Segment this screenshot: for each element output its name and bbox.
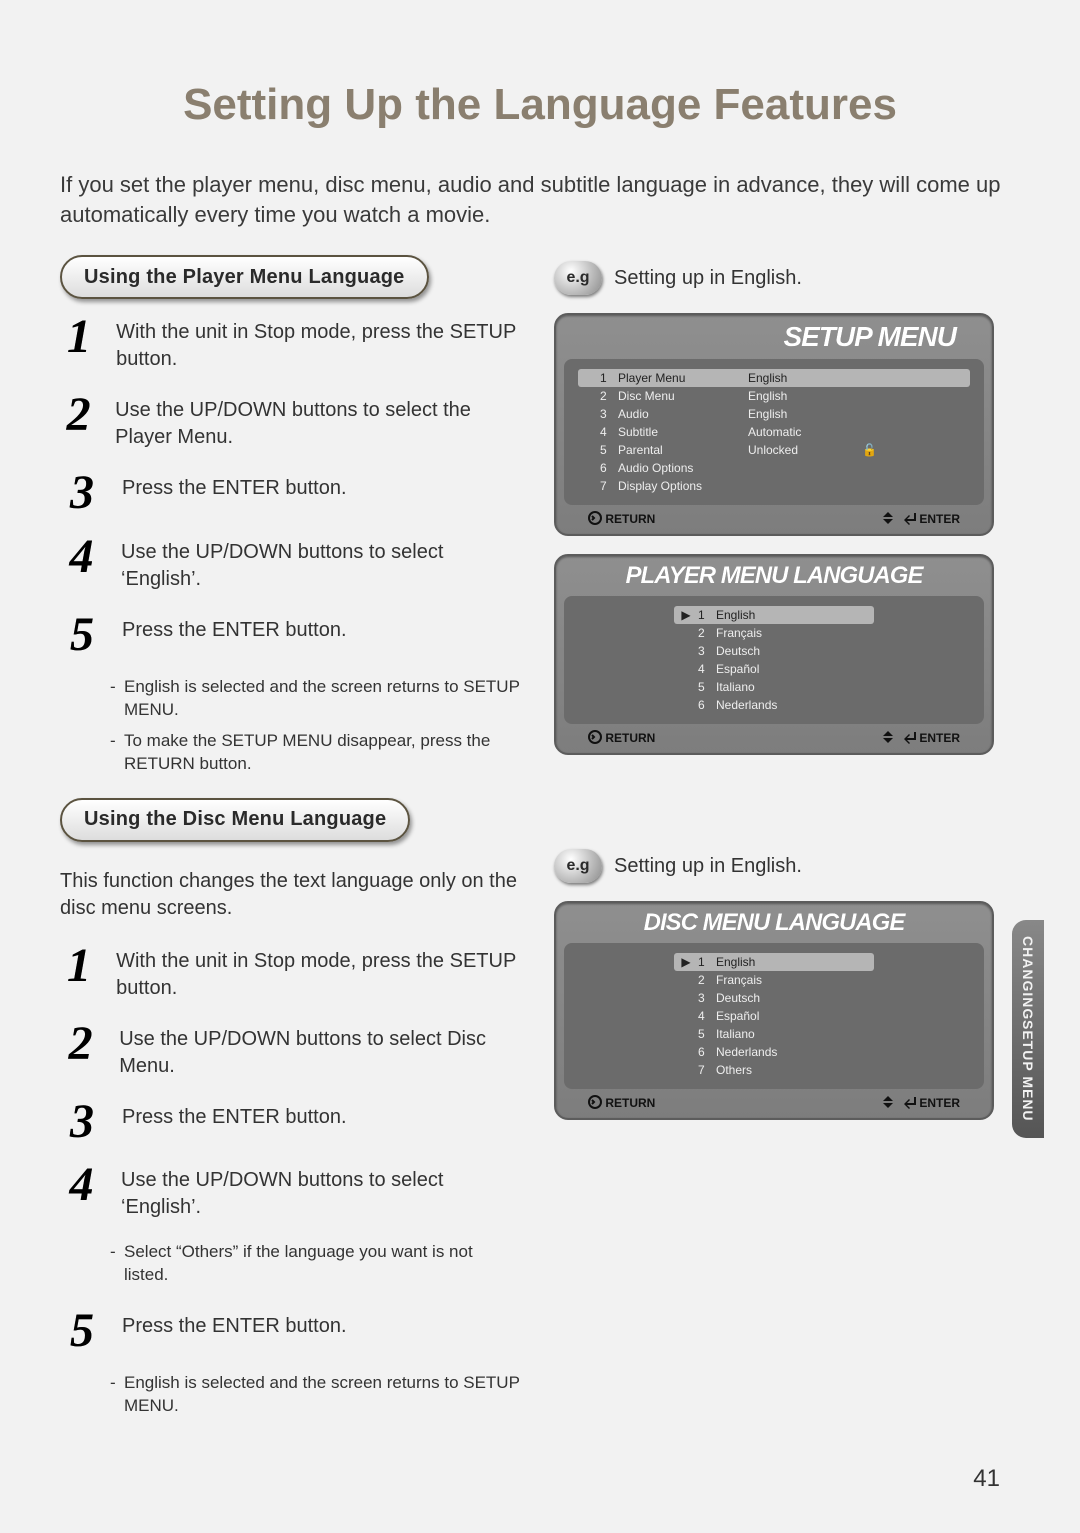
step-text: Use the UP/DOWN buttons to select ‘Engli… <box>121 1163 520 1221</box>
osd-item: 1Player MenuEnglish <box>578 369 970 387</box>
updown-icon <box>879 511 897 525</box>
osd-item: 4SubtitleAutomatic <box>578 423 970 441</box>
osd-header: PLAYER MENU LANGUAGE <box>564 562 984 596</box>
step-number: 3 <box>60 471 104 514</box>
section2-steps: 1 With the unit in Stop mode, press the S… <box>60 944 520 1221</box>
osd-header: DISC MENU LANGUAGE <box>564 909 984 943</box>
side-tab-line2: SETUP MENU <box>1020 1020 1036 1122</box>
lang-item: 4Español <box>674 660 874 678</box>
section2-steps-cont: 5 Press the ENTER button. <box>60 1309 520 1352</box>
step-text: Use the UP/DOWN buttons to select ‘Engli… <box>121 535 520 593</box>
eg-badge: e.g <box>554 849 602 883</box>
osd-foot-enter: ENTER <box>919 512 960 526</box>
osd-body: ▶1English 2Français 3Deutsch 4Español 5I… <box>564 943 984 1089</box>
section2-notes-end: English is selected and the screen retur… <box>110 1372 520 1418</box>
side-tab-line1: CHANGING <box>1020 936 1036 1020</box>
step-number: 1 <box>60 944 98 1002</box>
osd-item: 3AudioEnglish <box>578 405 970 423</box>
note-text: To make the SETUP MENU disappear, press … <box>110 730 520 776</box>
page-title: Setting Up the Language Features <box>60 80 1020 130</box>
osd-header: SETUP MENU <box>564 321 984 359</box>
enter-icon <box>900 511 916 525</box>
lang-item: 5Italiano <box>674 1025 874 1043</box>
intro-text: If you set the player menu, disc menu, a… <box>60 170 1020 229</box>
note-text: Select “Others” if the language you want… <box>110 1241 520 1287</box>
osd-item: 7Display Options <box>578 477 970 495</box>
osd-foot-enter: ENTER <box>919 1096 960 1110</box>
lang-item: 2Français <box>674 624 874 642</box>
step-text: Use the UP/DOWN buttons to select the Pl… <box>115 393 520 451</box>
step-text: Press the ENTER button. <box>122 1100 347 1143</box>
lang-item: 3Deutsch <box>674 989 874 1007</box>
osd-body: ▶1English 2Français 3Deutsch 4Español 5I… <box>564 596 984 724</box>
step-number: 1 <box>60 315 98 373</box>
step-number: 5 <box>60 613 104 656</box>
osd-item: 5ParentalUnlocked <box>578 441 970 459</box>
step-number: 2 <box>60 393 97 451</box>
section2-notes-mid: Select “Others” if the language you want… <box>110 1241 520 1287</box>
note-text: English is selected and the screen retur… <box>110 1372 520 1418</box>
section2-description: This function changes the text language … <box>60 868 520 922</box>
osd-item: 2Disc MenuEnglish <box>578 387 970 405</box>
osd-footer: RETURN ENTER <box>564 724 984 745</box>
step-number: 4 <box>60 535 103 593</box>
osd-disc-menu-language: DISC MENU LANGUAGE ▶1English 2Français 3… <box>554 901 994 1120</box>
note-text: English is selected and the screen retur… <box>110 676 520 722</box>
play-icon: ▶ <box>674 955 698 969</box>
lang-item: 6Nederlands <box>674 1043 874 1061</box>
enter-icon <box>900 1095 916 1109</box>
osd-footer: RETURN ENTER <box>564 505 984 526</box>
step-number: 3 <box>60 1100 104 1143</box>
section1-heading-pill: Using the Player Menu Language <box>60 255 429 299</box>
osd-player-menu-language: PLAYER MENU LANGUAGE ▶1English 2Français… <box>554 554 994 755</box>
example-row: e.g Setting up in English. <box>554 849 994 883</box>
osd-foot-return: RETURN <box>605 512 655 526</box>
section-tab: CHANGING SETUP MENU <box>1012 920 1044 1138</box>
osd-foot-return: RETURN <box>605 731 655 745</box>
lang-item: ▶1English <box>674 953 874 971</box>
step-text: Press the ENTER button. <box>122 471 347 514</box>
updown-icon <box>879 1095 897 1109</box>
section1-notes: English is selected and the screen retur… <box>110 676 520 776</box>
lang-item: 6Nederlands <box>674 696 874 714</box>
enter-icon <box>900 730 916 744</box>
return-icon <box>588 1095 602 1109</box>
step-number: 5 <box>60 1309 104 1352</box>
example-row: e.g Setting up in English. <box>554 261 994 295</box>
lock-icon <box>858 443 882 457</box>
step-text: With the unit in Stop mode, press the SE… <box>116 944 520 1002</box>
return-icon <box>588 511 602 525</box>
osd-setup-menu: SETUP MENU 1Player MenuEnglish 2Disc Men… <box>554 313 994 536</box>
eg-badge: e.g <box>554 261 602 295</box>
osd-body: 1Player MenuEnglish 2Disc MenuEnglish 3A… <box>564 359 984 505</box>
osd-foot-enter: ENTER <box>919 731 960 745</box>
play-icon: ▶ <box>674 608 698 622</box>
lang-item: 4Español <box>674 1007 874 1025</box>
lang-item: 7Others <box>674 1061 874 1079</box>
page-number: 41 <box>973 1465 1000 1493</box>
lang-item: 5Italiano <box>674 678 874 696</box>
section2-heading: Using the Disc Menu Language <box>84 808 386 831</box>
osd-footer: RETURN ENTER <box>564 1089 984 1110</box>
step-number: 2 <box>60 1022 101 1080</box>
osd-foot-return: RETURN <box>605 1096 655 1110</box>
lang-item: 2Français <box>674 971 874 989</box>
osd-item: 6Audio Options <box>578 459 970 477</box>
section1-steps: 1 With the unit in Stop mode, press the S… <box>60 315 520 655</box>
step-text: With the unit in Stop mode, press the SE… <box>116 315 520 373</box>
section2-heading-pill: Using the Disc Menu Language <box>60 798 410 842</box>
step-text: Press the ENTER button. <box>122 613 347 656</box>
updown-icon <box>879 730 897 744</box>
step-text: Use the UP/DOWN buttons to select Disc M… <box>119 1022 520 1080</box>
step-number: 4 <box>60 1163 103 1221</box>
step-text: Press the ENTER button. <box>122 1309 347 1352</box>
return-icon <box>588 730 602 744</box>
lang-item: 3Deutsch <box>674 642 874 660</box>
section1-heading: Using the Player Menu Language <box>84 266 405 289</box>
lang-item: ▶1English <box>674 606 874 624</box>
eg-text: Setting up in English. <box>614 267 802 290</box>
eg-text: Setting up in English. <box>614 855 802 878</box>
